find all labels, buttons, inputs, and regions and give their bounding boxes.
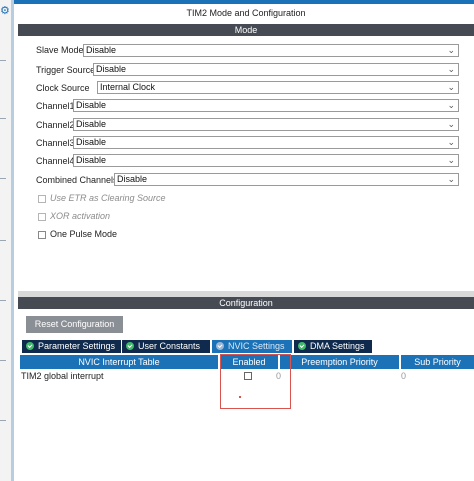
combined-channels-value: Disable xyxy=(117,174,148,184)
chevron-down-icon: ⌄ xyxy=(447,64,455,74)
one-pulse-mode-checkbox[interactable]: One Pulse Mode xyxy=(38,229,117,241)
rail-divider xyxy=(0,300,6,301)
checkbox-box xyxy=(38,194,46,203)
channel4-label: Channel4 xyxy=(36,156,75,166)
check-circle-icon xyxy=(26,342,34,350)
clock-source-select[interactable]: Internal Clock ⌄ xyxy=(97,81,459,94)
tab-nvic-settings[interactable]: NVIC Settings xyxy=(212,340,292,353)
one-pulse-mode-label: One Pulse Mode xyxy=(50,229,118,239)
chevron-down-icon: ⌄ xyxy=(447,155,455,165)
channel3-select[interactable]: Disable ⌄ xyxy=(73,136,459,149)
mode-header: Mode xyxy=(18,24,474,36)
tab-dma-settings[interactable]: DMA Settings xyxy=(294,340,372,353)
sub-priority-cell[interactable]: 0 xyxy=(401,370,406,382)
configuration-header: Configuration xyxy=(18,297,474,309)
rail-divider xyxy=(0,420,6,421)
col-header-preemption-priority[interactable]: Preemption Priority xyxy=(280,355,399,369)
top-accent-strip xyxy=(14,0,474,4)
channel1-select[interactable]: Disable ⌄ xyxy=(73,99,459,112)
rail-divider xyxy=(0,60,6,61)
slave-mode-label: Slave Mode xyxy=(36,45,84,55)
reset-configuration-button[interactable]: Reset Configuration xyxy=(26,316,123,333)
channel3-label: Channel3 xyxy=(36,138,75,148)
page-title: TIM2 Mode and Configuration xyxy=(186,8,306,18)
col-header-nvic-interrupt-table[interactable]: NVIC Interrupt Table xyxy=(20,355,218,369)
check-circle-icon xyxy=(126,342,134,350)
tab-label: User Constants xyxy=(138,341,201,351)
rail-divider xyxy=(0,240,6,241)
rail-divider xyxy=(0,118,6,119)
checkbox-box xyxy=(38,212,46,221)
chevron-down-icon: ⌄ xyxy=(447,100,455,110)
stm32-config-window: ⚙ TIM2 Mode and Configuration Mode Slave… xyxy=(0,0,474,481)
tab-label: NVIC Settings xyxy=(228,341,285,351)
interrupt-name-cell: TIM2 global interrupt xyxy=(21,371,104,381)
combined-channels-select[interactable]: Disable ⌄ xyxy=(114,173,459,186)
channel2-select[interactable]: Disable ⌄ xyxy=(73,118,459,131)
xor-activation-checkbox: XOR activation xyxy=(38,211,110,223)
tab-label: DMA Settings xyxy=(310,341,365,351)
tab-parameter-settings[interactable]: Parameter Settings xyxy=(22,340,121,353)
trigger-source-label: Trigger Source xyxy=(36,65,96,75)
channel2-label: Channel2 xyxy=(36,120,75,130)
checkbox-box[interactable] xyxy=(38,230,46,239)
slave-mode-select[interactable]: Disable ⌄ xyxy=(83,44,459,57)
tab-user-constants[interactable]: User Constants xyxy=(122,340,210,353)
highlight-dot xyxy=(239,396,241,398)
gear-icon[interactable]: ⚙ xyxy=(0,6,11,17)
check-circle-icon xyxy=(298,342,306,350)
tab-label: Parameter Settings xyxy=(38,341,116,351)
channel2-value: Disable xyxy=(76,119,107,129)
trigger-source-select[interactable]: Disable ⌄ xyxy=(93,63,459,76)
chevron-down-icon: ⌄ xyxy=(447,45,455,55)
col-header-sub-priority[interactable]: Sub Priority xyxy=(401,355,474,369)
channel4-select[interactable]: Disable ⌄ xyxy=(73,154,459,167)
xor-activation-label: XOR activation xyxy=(50,211,111,221)
clock-source-value: Internal Clock xyxy=(100,82,156,92)
slave-mode-value: Disable xyxy=(86,45,117,55)
chevron-down-icon: ⌄ xyxy=(447,174,455,184)
use-etr-clearing-checkbox: Use ETR as Clearing Source xyxy=(38,193,166,205)
rail-divider xyxy=(0,178,6,179)
highlight-box xyxy=(220,354,291,409)
trigger-source-value: Disable xyxy=(96,64,127,74)
channel1-label: Channel1 xyxy=(36,101,75,111)
chevron-down-icon: ⌄ xyxy=(447,119,455,129)
channel1-value: Disable xyxy=(76,100,107,110)
channel4-value: Disable xyxy=(76,155,107,165)
use-etr-clearing-label: Use ETR as Clearing Source xyxy=(50,193,166,203)
check-circle-icon xyxy=(216,342,224,350)
clock-source-label: Clock Source xyxy=(36,83,90,93)
channel3-value: Disable xyxy=(76,137,107,147)
left-rail: ⚙ xyxy=(0,0,14,481)
chevron-down-icon: ⌄ xyxy=(447,137,455,147)
rail-divider xyxy=(0,360,6,361)
chevron-down-icon: ⌄ xyxy=(447,82,455,92)
combined-channels-label: Combined Channels xyxy=(36,175,118,185)
